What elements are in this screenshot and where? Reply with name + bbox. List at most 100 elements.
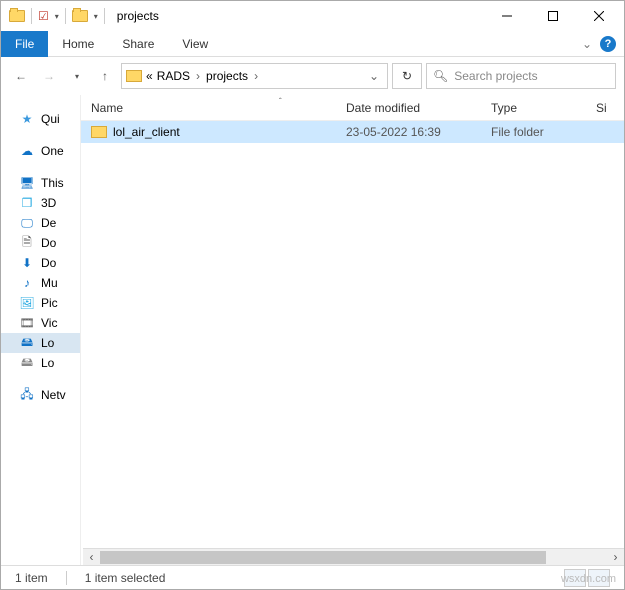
separator (65, 8, 66, 24)
sidebar-item-label: De (41, 216, 56, 230)
forward-button[interactable]: → (37, 64, 61, 88)
separator (31, 8, 32, 24)
status-bar: 1 item 1 item selected (1, 565, 624, 589)
desktop-icon: 🖵 (19, 216, 35, 230)
ribbon-expand-icon[interactable]: ⌄ (582, 37, 592, 51)
monitor-icon: 🖥︎ (19, 176, 35, 190)
tab-share[interactable]: Share (108, 31, 168, 57)
cell-date: 23-05-2022 16:39 (336, 125, 481, 139)
maximize-button[interactable] (530, 1, 576, 31)
quick-access-toolbar: ☑ ▾ ▾ (3, 8, 105, 24)
sidebar-item-label: Lo (41, 356, 54, 370)
search-box[interactable]: 🔍︎ (426, 63, 616, 89)
sidebar-item-label: 3D (41, 196, 56, 210)
file-list-pane: ˆ Name Date modified Type Si lol_air_cli… (81, 95, 624, 565)
separator (104, 8, 105, 24)
sidebar-item-desktop[interactable]: 🖵 De (1, 213, 80, 233)
status-item-count: 1 item (15, 571, 48, 585)
file-rows: lol_air_client 23-05-2022 16:39 File fol… (81, 121, 624, 548)
back-button[interactable]: ← (9, 64, 33, 88)
sidebar-item-3d-objects[interactable]: ❒ 3D (1, 193, 80, 213)
download-icon: ⬇ (19, 256, 35, 270)
sort-indicator-icon: ˆ (279, 97, 282, 106)
sidebar-item-videos[interactable]: 🎞︎ Vic (1, 313, 80, 333)
address-bar[interactable]: « RADS › projects › ⌄ (121, 63, 388, 89)
scroll-left-button[interactable]: ‹ (83, 549, 100, 566)
breadcrumb-part[interactable]: RADS (157, 69, 190, 83)
sidebar-item-local-disk-2[interactable]: 🖴︎Lo (1, 353, 80, 373)
watermark: wsxdn.com (561, 573, 616, 585)
address-dropdown-icon[interactable]: ⌄ (365, 69, 383, 83)
sidebar-item-label: Lo (41, 336, 54, 350)
sidebar-item-documents[interactable]: 🗎 Do (1, 233, 80, 253)
breadcrumb-prefix[interactable]: « (146, 69, 153, 83)
chevron-right-icon[interactable]: › (252, 69, 260, 83)
window-title: projects (117, 9, 159, 23)
sidebar-item-label: Pic (41, 296, 58, 310)
sidebar-item-label: One (41, 144, 64, 158)
tab-file[interactable]: File (1, 31, 48, 57)
qat-dropdown-icon[interactable]: ▾ (55, 12, 59, 21)
search-icon: 🔍︎ (433, 69, 448, 83)
scroll-right-button[interactable]: › (607, 549, 624, 566)
music-icon: ♪ (19, 276, 35, 290)
horizontal-scrollbar[interactable]: ‹ › (83, 548, 624, 565)
sidebar-item-label: Mu (41, 276, 58, 290)
sidebar-item-local-disk[interactable]: 🖴︎ Lo (1, 333, 80, 353)
picture-icon: 🖼︎ (19, 296, 35, 310)
column-header-type[interactable]: Type (481, 101, 586, 115)
sidebar-item-label: Qui (41, 112, 60, 126)
sidebar-item-downloads[interactable]: ⬇Do (1, 253, 80, 273)
folder-icon (72, 10, 88, 22)
cell-name: lol_air_client (81, 125, 336, 139)
column-header-date[interactable]: Date modified (336, 101, 481, 115)
cloud-icon: ☁ (19, 144, 35, 158)
scroll-thumb[interactable] (100, 551, 546, 564)
search-input[interactable] (454, 69, 609, 83)
up-button[interactable]: ↑ (93, 64, 117, 88)
star-icon: ★ (19, 112, 35, 126)
chevron-right-icon[interactable]: › (194, 69, 202, 83)
help-icon[interactable]: ? (600, 36, 616, 52)
sidebar-item-music[interactable]: ♪ Mu (1, 273, 80, 293)
file-name-label: lol_air_client (113, 125, 180, 139)
cube-icon: ❒ (19, 196, 35, 210)
sidebar-item-onedrive[interactable]: ☁ One (1, 141, 80, 161)
document-icon: 🗎 (19, 236, 35, 250)
sidebar-item-quick-access[interactable]: ★ Qui (1, 109, 80, 129)
tab-view[interactable]: View (168, 31, 222, 57)
sidebar-item-this-pc[interactable]: 🖥︎ This (1, 173, 80, 193)
tab-home[interactable]: Home (48, 31, 108, 57)
checkbox-icon[interactable]: ☑ (38, 9, 49, 23)
qat-dropdown-icon[interactable]: ▾ (94, 12, 98, 21)
navigation-pane: ★ Qui ☁ One 🖥︎ This ❒ 3D 🖵 De 🗎 Do ⬇Do ♪ Mu 🖼︎ P… (1, 95, 81, 565)
breadcrumb-part[interactable]: projects (206, 69, 248, 83)
sidebar-item-label: Do (41, 236, 56, 250)
sidebar-item-label: This (41, 176, 64, 190)
table-row[interactable]: lol_air_client 23-05-2022 16:39 File fol… (81, 121, 624, 143)
folder-icon (9, 10, 25, 22)
sidebar-item-pictures[interactable]: 🖼︎ Pic (1, 293, 80, 313)
folder-icon (91, 126, 107, 138)
cell-type: File folder (481, 125, 586, 139)
refresh-button[interactable]: ↻ (392, 63, 422, 89)
recent-dropdown[interactable]: ▾ (65, 64, 89, 88)
sidebar-item-label: Vic (41, 316, 57, 330)
network-icon: 🖧︎ (19, 388, 35, 402)
video-icon: 🎞︎ (19, 316, 35, 330)
column-header-name[interactable]: Name (81, 101, 336, 115)
drive-icon: 🖴︎ (19, 336, 35, 350)
separator (66, 571, 67, 585)
status-selection: 1 item selected (85, 571, 166, 585)
scroll-track[interactable] (100, 549, 607, 566)
ribbon-tabs: File Home Share View ⌄ ? (1, 31, 624, 57)
content-area: ★ Qui ☁ One 🖥︎ This ❒ 3D 🖵 De 🗎 Do ⬇Do ♪ Mu 🖼︎ P… (1, 95, 624, 565)
sidebar-item-label: Netv (41, 388, 66, 402)
minimize-button[interactable] (484, 1, 530, 31)
titlebar: ☑ ▾ ▾ projects (1, 1, 624, 31)
sidebar-item-network[interactable]: 🖧︎ Netv (1, 385, 80, 405)
column-header-size[interactable]: Si (586, 101, 624, 115)
close-button[interactable] (576, 1, 622, 31)
column-headers: ˆ Name Date modified Type Si (81, 95, 624, 121)
folder-icon (126, 70, 142, 82)
